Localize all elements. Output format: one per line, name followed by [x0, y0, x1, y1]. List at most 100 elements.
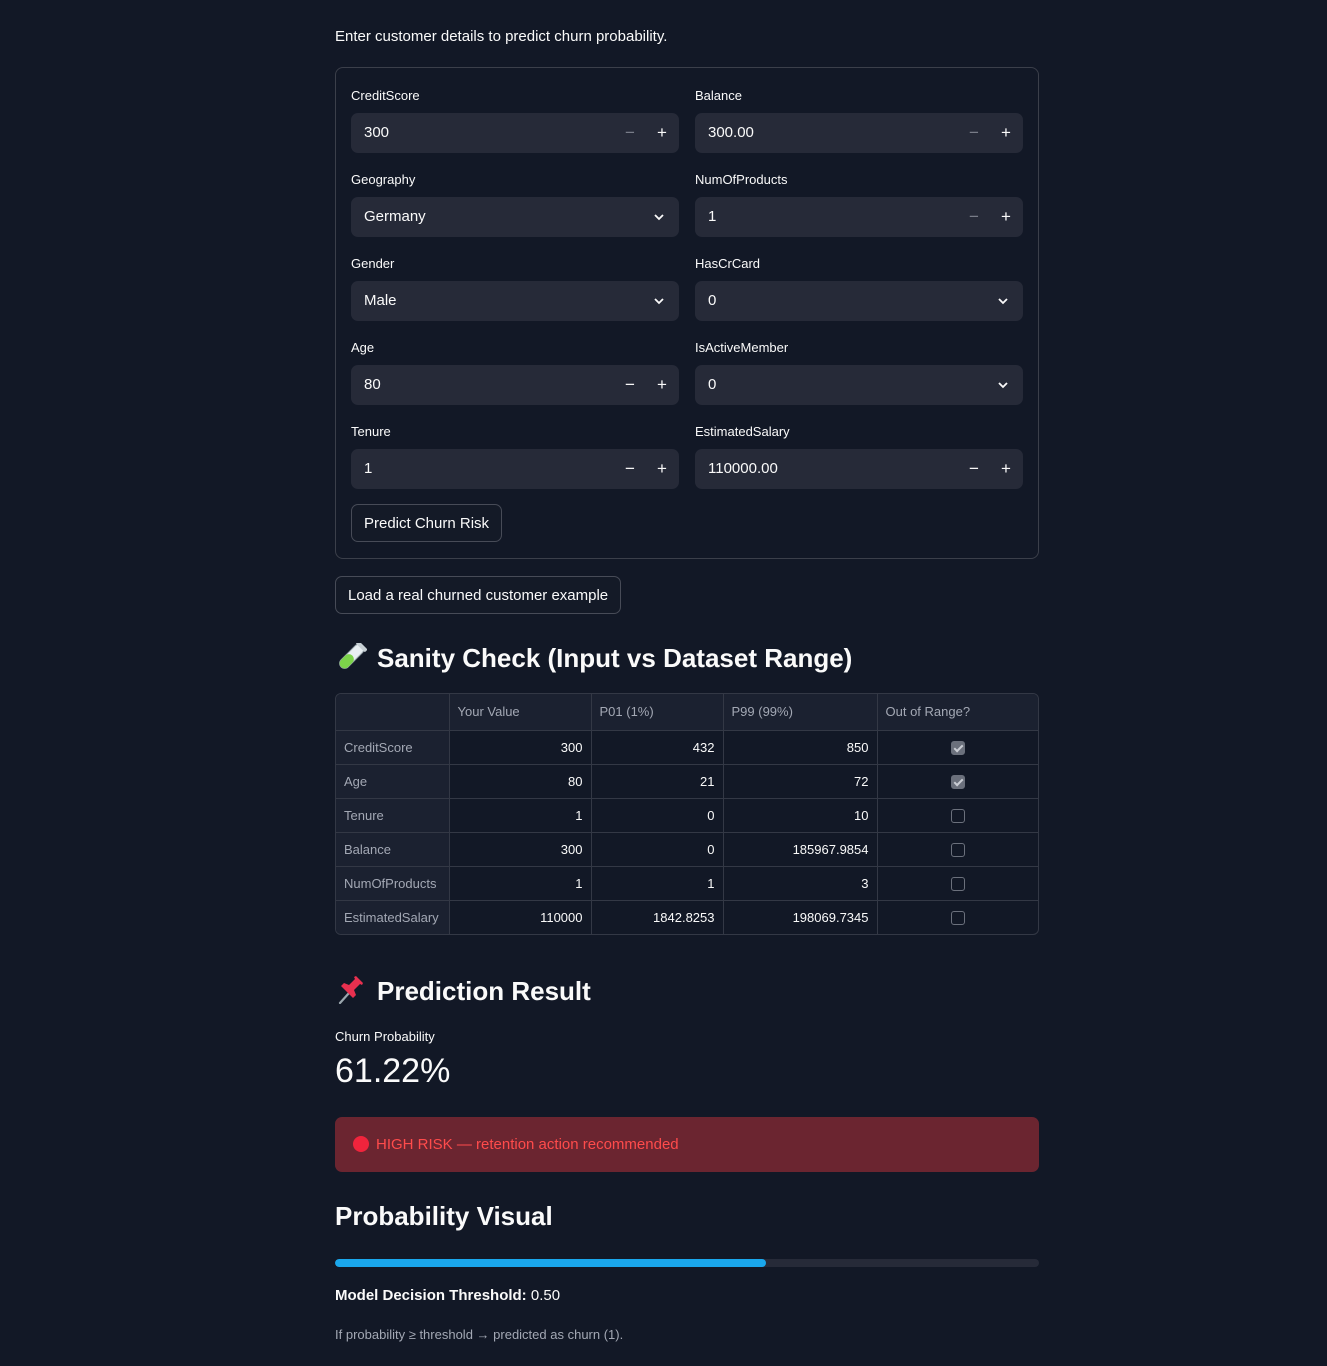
cell-p99: 185967.9854 — [723, 832, 878, 867]
column-header[interactable]: P99 (99%) — [723, 694, 878, 731]
out-of-range-checkbox — [950, 911, 965, 926]
alert-text: HIGH RISK — retention action recommended — [376, 1136, 679, 1153]
tenure-field: Tenure 1 − + — [351, 423, 679, 489]
chevron-down-icon — [998, 298, 1008, 305]
tenure-label: Tenure — [351, 424, 391, 439]
cell-your-value: 1 — [449, 798, 592, 833]
gender-field: Gender Male — [351, 255, 679, 321]
threshold-text: Model Decision Threshold: 0.50 — [335, 1287, 560, 1304]
balance-increment-button[interactable]: + — [990, 113, 1022, 153]
cell-p01: 1842.8253 — [591, 900, 724, 934]
sanity-check-table: Your Value P01 (1%) P99 (99%) Out of Ran… — [335, 693, 1039, 935]
probability-progress-bar — [335, 1259, 1039, 1267]
num-products-field: NumOfProducts 1 − + — [695, 171, 1023, 237]
cell-p01: 0 — [591, 832, 724, 867]
column-header[interactable]: Your Value — [449, 694, 592, 731]
balance-label: Balance — [695, 88, 742, 103]
has-cr-card-label: HasCrCard — [695, 256, 761, 271]
cell-your-value: 110000 — [449, 900, 592, 934]
cell-p01: 432 — [591, 730, 724, 765]
predict-churn-button[interactable]: Predict Churn Risk — [351, 504, 503, 542]
table-row: CreditScore 300 432 850 — [336, 730, 1038, 765]
is-active-member-field: IsActiveMember 0 — [695, 339, 1023, 405]
balance-decrement-button[interactable]: − — [958, 113, 990, 153]
geography-label: Geography — [351, 172, 416, 187]
has-cr-card-select[interactable]: 0 — [695, 281, 1023, 321]
estimated-salary-label: EstimatedSalary — [695, 424, 790, 439]
tenure-decrement-button[interactable]: − — [614, 449, 646, 489]
age-field: Age 80 − + — [351, 339, 679, 405]
balance-input[interactable]: 300.00 − + — [695, 113, 1023, 153]
progress-fill — [335, 1259, 766, 1267]
probability-visual-heading: Probability Visual — [335, 1201, 553, 1231]
gender-label: Gender — [351, 256, 395, 271]
tenure-value: 1 — [364, 460, 373, 477]
column-header[interactable]: P01 (1%) — [591, 694, 724, 731]
credit-score-label: CreditScore — [351, 88, 420, 103]
age-input[interactable]: 80 − + — [351, 365, 679, 405]
age-label: Age — [351, 340, 375, 355]
num-products-input[interactable]: 1 − + — [695, 197, 1023, 237]
credit-score-decrement-button[interactable]: − — [614, 113, 646, 153]
column-header[interactable] — [336, 694, 450, 731]
geography-select[interactable]: Germany — [351, 197, 679, 237]
chevron-down-icon — [998, 382, 1008, 389]
table-row: NumOfProducts 1 1 3 — [336, 866, 1038, 901]
chevron-down-icon — [654, 298, 664, 305]
estimated-salary-decrement-button[interactable]: − — [958, 449, 990, 489]
pushpin-icon — [338, 976, 363, 1004]
cell-p01: 21 — [591, 764, 724, 799]
chevron-down-icon — [654, 214, 664, 221]
sanity-check-title: Sanity Check (Input vs Dataset Range) — [377, 643, 853, 673]
row-feature: NumOfProducts — [336, 866, 450, 901]
geography-field: Geography Germany — [351, 171, 679, 237]
is-active-member-select[interactable]: 0 — [695, 365, 1023, 405]
out-of-range-checkbox — [950, 842, 965, 857]
is-active-member-label: IsActiveMember — [695, 340, 789, 355]
load-example-button[interactable]: Load a real churned customer example — [335, 576, 622, 614]
cell-your-value: 300 — [449, 730, 592, 765]
cell-p99: 198069.7345 — [723, 900, 878, 934]
tenure-input[interactable]: 1 − + — [351, 449, 679, 489]
estimated-salary-field: EstimatedSalary 110000.00 − + — [695, 423, 1023, 489]
cell-your-value: 1 — [449, 866, 592, 901]
intro-text: Enter customer details to predict churn … — [335, 28, 668, 45]
table-header-row: Your Value P01 (1%) P99 (99%) Out of Ran… — [336, 694, 1038, 731]
table-row: EstimatedSalary 110000 1842.8253 198069.… — [336, 900, 1038, 934]
churn-probability-value: 61.22% — [335, 1052, 451, 1090]
test-tube-icon — [339, 643, 367, 669]
has-cr-card-value: 0 — [708, 292, 717, 309]
tenure-increment-button[interactable]: + — [646, 449, 678, 489]
gender-select[interactable]: Male — [351, 281, 679, 321]
column-header[interactable]: Out of Range? — [877, 694, 1038, 731]
balance-value: 300.00 — [708, 124, 754, 141]
row-feature: CreditScore — [336, 730, 450, 765]
credit-score-field: CreditScore 300 − + — [351, 87, 679, 153]
age-value: 80 — [364, 376, 381, 393]
age-increment-button[interactable]: + — [646, 365, 678, 405]
high-risk-alert: HIGH RISK — retention action recommended — [335, 1117, 1039, 1172]
credit-score-input[interactable]: 300 − + — [351, 113, 679, 153]
num-products-label: NumOfProducts — [695, 172, 788, 187]
num-products-value: 1 — [708, 208, 717, 225]
cell-p99: 10 — [723, 798, 878, 833]
estimated-salary-increment-button[interactable]: + — [990, 449, 1022, 489]
sanity-check-heading: Sanity Check (Input vs Dataset Range) — [335, 643, 852, 674]
out-of-range-checkbox — [950, 774, 965, 789]
credit-score-increment-button[interactable]: + — [646, 113, 678, 153]
prediction-form: CreditScore 300 − + Balance 300.00 − + G… — [335, 67, 1039, 559]
threshold-label: Model Decision Threshold: — [335, 1287, 527, 1304]
estimated-salary-input[interactable]: 110000.00 − + — [695, 449, 1023, 489]
cell-your-value: 300 — [449, 832, 592, 867]
cell-p01: 1 — [591, 866, 724, 901]
num-products-decrement-button[interactable]: − — [958, 197, 990, 237]
table-row: Balance 300 0 185967.9854 — [336, 832, 1038, 867]
prediction-title: Prediction Result — [377, 976, 591, 1006]
age-decrement-button[interactable]: − — [614, 365, 646, 405]
balance-field: Balance 300.00 − + — [695, 87, 1023, 153]
cell-p99: 850 — [723, 730, 878, 765]
row-feature: Balance — [336, 832, 450, 867]
is-active-member-value: 0 — [708, 376, 717, 393]
num-products-increment-button[interactable]: + — [990, 197, 1022, 237]
out-of-range-checkbox — [950, 876, 965, 891]
